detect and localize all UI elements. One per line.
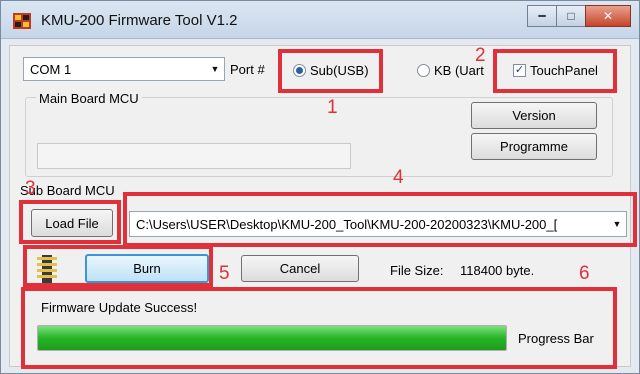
- radio-kb-uart[interactable]: KB (Uart: [417, 63, 484, 78]
- annotation-box-1: [278, 49, 383, 93]
- app-window: KMU-200 Firmware Tool V1.2 ━ □ ✕ COM 1 ▼…: [0, 0, 640, 374]
- version-button[interactable]: Version: [471, 102, 597, 129]
- annotation-number-6: 6: [579, 263, 590, 284]
- chevron-down-icon: ▼: [210, 64, 220, 74]
- main-board-status-field: [37, 143, 351, 169]
- annotation-number-1: 1: [327, 97, 338, 118]
- version-button-label: Version: [512, 108, 556, 123]
- annotation-box-5: [23, 245, 213, 287]
- annotation-box-3: [19, 200, 121, 244]
- radio-kb-uart-indicator: [417, 64, 430, 77]
- cancel-button[interactable]: Cancel: [241, 255, 359, 282]
- programme-button-label: Programme: [500, 139, 568, 154]
- port-label: Port #: [230, 62, 265, 77]
- maximize-icon: □: [567, 9, 575, 23]
- annotation-number-2: 2: [475, 45, 486, 66]
- close-button[interactable]: ✕: [585, 5, 631, 27]
- annotation-number-4: 4: [393, 167, 404, 188]
- annotation-box-2: [493, 49, 617, 93]
- close-icon: ✕: [602, 9, 614, 23]
- window-controls: ━ □ ✕: [527, 5, 631, 27]
- annotation-number-3: 3: [25, 178, 36, 199]
- title-bar: KMU-200 Firmware Tool V1.2 ━ □ ✕: [1, 1, 639, 39]
- minimize-button[interactable]: ━: [527, 5, 557, 27]
- file-size-value: 118400 byte.: [460, 263, 535, 278]
- port-select-value: COM 1: [30, 61, 72, 77]
- main-board-title: Main Board MCU: [36, 91, 142, 106]
- maximize-button[interactable]: □: [556, 5, 586, 27]
- annotation-box-4: [123, 192, 637, 247]
- cancel-button-label: Cancel: [279, 261, 321, 276]
- annotation-number-5: 5: [219, 263, 230, 284]
- port-select[interactable]: COM 1 ▼: [23, 57, 225, 81]
- app-icon: [13, 13, 31, 29]
- minimize-icon: ━: [538, 9, 546, 23]
- annotation-box-6: [21, 287, 617, 369]
- window-title: KMU-200 Firmware Tool V1.2: [41, 12, 238, 29]
- file-size-label: File Size:: [390, 263, 444, 278]
- programme-button[interactable]: Programme: [471, 133, 597, 160]
